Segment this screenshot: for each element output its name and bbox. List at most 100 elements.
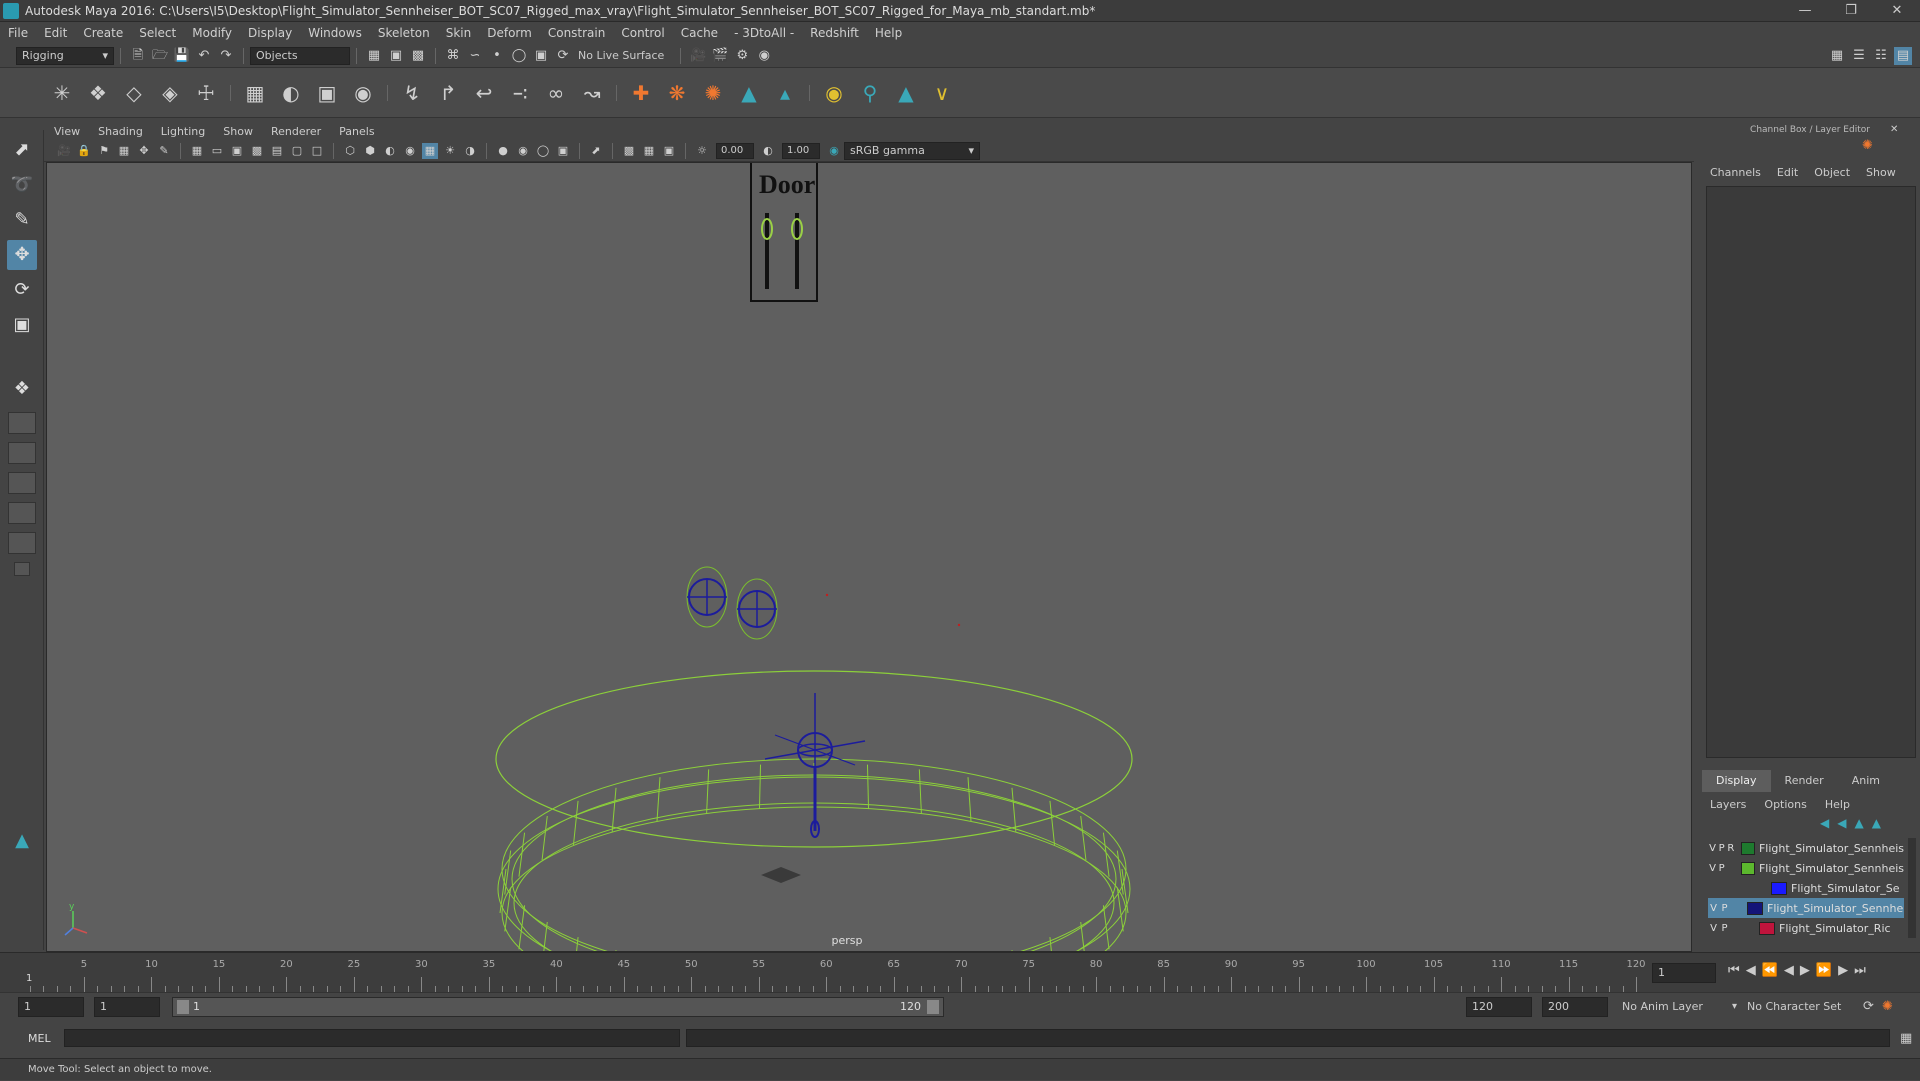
- gate-mask-icon[interactable]: ▩: [249, 143, 265, 159]
- modeling-toolkit-icon[interactable]: ▦: [1828, 47, 1846, 65]
- chevron-down-icon[interactable]: ▾: [1732, 1001, 1737, 1012]
- menu-set-dropdown[interactable]: Rigging ▾: [16, 46, 114, 65]
- select-component-icon[interactable]: ▩: [409, 47, 427, 65]
- layer-row[interactable]: VP Flight_Simulator_Sennheis: [1708, 858, 1904, 878]
- live-surface-icon[interactable]: ⟳: [554, 47, 572, 65]
- select-object-icon[interactable]: ▣: [387, 47, 405, 65]
- scale-constraint-icon[interactable]: ◉: [820, 79, 848, 107]
- parent-constraint-icon[interactable]: ▴: [771, 79, 799, 107]
- xray-joints-icon[interactable]: ▩: [621, 143, 637, 159]
- menu-constrain[interactable]: Constrain: [548, 26, 606, 40]
- viewport-menu-show[interactable]: Show: [223, 125, 253, 138]
- animation-start-field[interactable]: 1: [18, 996, 84, 1017]
- live-surface-label[interactable]: No Live Surface: [578, 49, 664, 62]
- move-tool-icon[interactable]: ✥: [7, 240, 37, 270]
- range-slider[interactable]: 1 120: [172, 996, 944, 1017]
- script-language-label[interactable]: MEL: [28, 1032, 64, 1045]
- custom-layout-icon[interactable]: [14, 562, 30, 576]
- backface-culling-icon[interactable]: ▣: [661, 143, 677, 159]
- hypershade-layout-icon[interactable]: [8, 532, 36, 554]
- play-backwards-icon[interactable]: ◀: [1784, 963, 1794, 978]
- layer-color-swatch[interactable]: [1759, 921, 1775, 935]
- vray-icon[interactable]: ∨: [928, 79, 956, 107]
- move-layer-down-icon[interactable]: ◀: [1837, 816, 1846, 830]
- motion-blur-icon[interactable]: ◉: [515, 143, 531, 159]
- door-control-box[interactable]: Door: [750, 163, 818, 302]
- select-tool-icon[interactable]: ⬈: [7, 135, 37, 165]
- orient-joint-icon[interactable]: ◈: [156, 79, 184, 107]
- new-scene-icon[interactable]: 🗎: [129, 47, 147, 65]
- ik-spline-icon[interactable]: ↱: [434, 79, 462, 107]
- layer-menu-layers[interactable]: Layers: [1710, 798, 1746, 811]
- render-frame-icon[interactable]: 🎥: [689, 47, 707, 65]
- close-icon[interactable]: ✕: [1874, 3, 1920, 18]
- snap-view-icon[interactable]: ◯: [510, 47, 528, 65]
- locator-icon[interactable]: ✚: [627, 79, 655, 107]
- eye-control-left[interactable]: [686, 566, 728, 628]
- grid-icon[interactable]: ▦: [189, 143, 205, 159]
- pole-vector-icon[interactable]: ⚲: [856, 79, 884, 107]
- anti-aliasing-icon[interactable]: ◯: [535, 143, 551, 159]
- menu-redshift[interactable]: Redshift: [810, 26, 859, 40]
- body-joint-control[interactable]: [764, 693, 866, 838]
- exposure-field[interactable]: 0.00: [716, 142, 754, 159]
- attribute-editor-icon[interactable]: ☰: [1850, 47, 1868, 65]
- snap-surface-icon[interactable]: ▣: [532, 47, 550, 65]
- xray-icon[interactable]: ▦: [422, 142, 438, 159]
- menu-windows[interactable]: Windows: [308, 26, 362, 40]
- channel-box-panel[interactable]: [1706, 186, 1916, 758]
- channel-menu-show[interactable]: Show: [1866, 166, 1896, 179]
- ambient-occlusion-icon[interactable]: ●: [495, 143, 511, 159]
- step-forward-key-icon[interactable]: ⏩: [1816, 963, 1832, 978]
- channel-menu-channels[interactable]: Channels: [1710, 166, 1761, 179]
- lattice-icon[interactable]: ▣: [313, 79, 341, 107]
- menu-skin[interactable]: Skin: [446, 26, 472, 40]
- insert-joint-icon[interactable]: ❖: [84, 79, 112, 107]
- new-layer-from-selection-icon[interactable]: ▲: [1872, 816, 1881, 830]
- aim-constraint-icon[interactable]: ✺: [699, 79, 727, 107]
- field-chart-icon[interactable]: ▤: [269, 143, 285, 159]
- persp-outliner-layout-icon[interactable]: [8, 442, 36, 464]
- rotate-tool-icon[interactable]: ⟳: [7, 275, 37, 305]
- playback-start-field[interactable]: 1: [94, 996, 160, 1017]
- menu-file[interactable]: File: [8, 26, 28, 40]
- menu-display[interactable]: Display: [248, 26, 292, 40]
- shadows-icon[interactable]: ◑: [462, 143, 478, 159]
- viewport-menu-view[interactable]: View: [54, 125, 80, 138]
- channel-box-mode-icon[interactable]: ✺: [1862, 138, 1873, 153]
- tool-settings-icon[interactable]: ☷: [1872, 47, 1890, 65]
- layer-row[interactable]: Flight_Simulator_Se: [1708, 878, 1904, 898]
- animation-prefs-icon[interactable]: ✺: [1882, 999, 1893, 1014]
- mirror-joint-icon[interactable]: ◇: [120, 79, 148, 107]
- save-scene-icon[interactable]: 💾: [173, 47, 191, 65]
- textured-icon[interactable]: ◉: [402, 143, 418, 159]
- snap-curve-icon[interactable]: ∽: [466, 47, 484, 65]
- viewport-menu-panels[interactable]: Panels: [339, 125, 374, 138]
- anim-layer-dropdown[interactable]: No Anim Layer: [1622, 1000, 1730, 1013]
- safe-action-icon[interactable]: ▢: [289, 143, 305, 159]
- scale-tool-icon[interactable]: ▣: [7, 310, 37, 340]
- camera-select-icon[interactable]: 🎥: [56, 143, 72, 159]
- layer-row-selected[interactable]: VP Flight_Simulator_Sennhe: [1708, 898, 1904, 918]
- menu-select[interactable]: Select: [139, 26, 176, 40]
- step-forward-frame-icon[interactable]: ▶: [1838, 963, 1848, 978]
- eye-control-right[interactable]: [736, 578, 778, 640]
- exposure-icon[interactable]: ☼: [694, 143, 710, 159]
- blend-shape-icon[interactable]: ∹: [506, 79, 534, 107]
- wireframe-icon[interactable]: ⬡: [342, 143, 358, 159]
- hik-skeleton-icon[interactable]: ☩: [192, 79, 220, 107]
- close-icon[interactable]: ✕: [1890, 124, 1898, 135]
- lasso-tool-icon[interactable]: ➰: [7, 170, 37, 200]
- ipr-render-icon[interactable]: 🎬: [711, 47, 729, 65]
- move-layer-up-icon[interactable]: ◀: [1820, 816, 1829, 830]
- undo-icon[interactable]: ↶: [195, 47, 213, 65]
- render-settings-icon[interactable]: ⚙: [733, 47, 751, 65]
- bind-skin-icon[interactable]: ▦: [241, 79, 269, 107]
- open-scene-icon[interactable]: 🗁: [151, 47, 169, 65]
- image-plane-icon[interactable]: ▦: [116, 143, 132, 159]
- layer-row[interactable]: VP Flight_Simulator_Ric: [1708, 918, 1904, 938]
- cluster-icon[interactable]: ◉: [349, 79, 377, 107]
- animation-end-field[interactable]: 200: [1542, 996, 1608, 1017]
- channel-box-icon[interactable]: ▤: [1894, 46, 1912, 65]
- depth-of-field-icon[interactable]: ▣: [555, 143, 571, 159]
